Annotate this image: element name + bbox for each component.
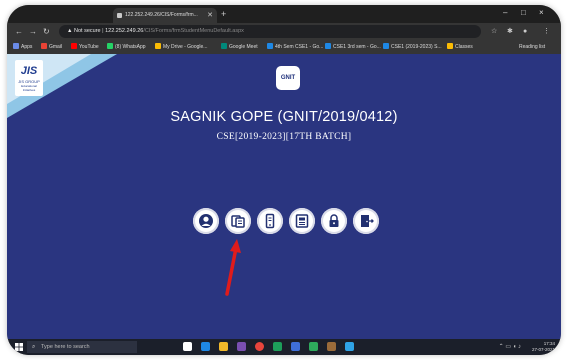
app-icon-2[interactable]: [309, 342, 318, 351]
bookmark-drive[interactable]: My Drive - Google...: [155, 43, 207, 51]
excel-icon[interactable]: [273, 342, 282, 351]
bookmark-classroom-1[interactable]: 4th Sem CSE1 - Go...: [267, 43, 323, 51]
bookmark-whatsapp[interactable]: (8) WhatsApp: [107, 43, 146, 51]
logo-tagline: Educational Initiatives: [21, 84, 37, 92]
mobile-device-icon: [265, 213, 275, 229]
taskbar-search-box[interactable]: ⌕ Type here to search: [27, 341, 137, 353]
browser-toolbar: ← → ↻ ▲ Not secure | 122.252.249.26/CIS/…: [7, 23, 561, 40]
chrome-icon[interactable]: [255, 342, 264, 351]
classroom-icon: [383, 43, 389, 49]
tab-close-icon[interactable]: ✕: [207, 8, 213, 23]
minimize-button[interactable]: –: [503, 8, 507, 18]
bookmarks-bar: Apps Gmail YouTube (8) WhatsApp My Drive…: [7, 40, 561, 55]
browser-tab[interactable]: 122.252.249.26/CIS/Forms/frm... ✕: [113, 8, 217, 23]
bookmark-apps[interactable]: Apps: [13, 43, 32, 51]
url-path: /CIS/Forms/frmStudentMenuDefault.aspx: [143, 28, 244, 34]
forward-arrow-icon[interactable]: →: [29, 27, 37, 36]
app-icon[interactable]: [237, 342, 246, 351]
task-view-icon[interactable]: [183, 342, 192, 351]
profile-button[interactable]: [193, 208, 219, 234]
word-icon[interactable]: [291, 342, 300, 351]
classroom-icon: [325, 43, 331, 49]
student-batch: CSE[2019-2023][17TH BATCH]: [216, 132, 352, 142]
id-card-button[interactable]: [289, 208, 315, 234]
back-arrow-icon[interactable]: ←: [15, 27, 23, 36]
browser-tab-bar: 122.252.249.26/CIS/Forms/frm... ✕ + – □ …: [7, 5, 561, 23]
bookmark-meet[interactable]: Google Meet: [221, 43, 258, 51]
drive-icon: [155, 43, 161, 49]
classroom-icon: [267, 43, 273, 49]
vscode-icon[interactable]: [345, 342, 354, 351]
profile-avatar-icon[interactable]: ●: [523, 27, 527, 36]
student-name: SAGNIK GOPE (GNIT/2019/0412): [170, 109, 398, 125]
classes-icon: [447, 43, 453, 49]
student-dashboard-page: JIS JIS GROUP Educational Initiatives GN…: [7, 54, 561, 339]
close-window-button[interactable]: ×: [539, 8, 544, 18]
apps-grid-icon: [13, 43, 19, 49]
id-card-icon: [295, 214, 309, 228]
search-icon: ⌕: [32, 344, 36, 350]
whatsapp-icon: [107, 43, 113, 49]
menu-kebab-icon[interactable]: ⋮: [543, 27, 550, 36]
lock-button[interactable]: [321, 208, 347, 234]
bookmark-classes[interactable]: Classes: [447, 43, 473, 51]
documents-icon: [231, 215, 245, 228]
clock[interactable]: 17:34 27-07-2021: [532, 341, 555, 353]
bookmark-youtube[interactable]: YouTube: [71, 43, 99, 51]
extensions-icon[interactable]: ✱: [507, 27, 513, 36]
screenshot-frame: 122.252.249.26/CIS/Forms/frm... ✕ + – □ …: [7, 5, 561, 355]
mobile-device-button[interactable]: [257, 208, 283, 234]
bookmark-gmail[interactable]: Gmail: [41, 43, 62, 51]
edge-icon[interactable]: [201, 342, 210, 351]
search-placeholder: Type here to search: [41, 344, 90, 350]
security-label[interactable]: Not secure: [74, 28, 101, 34]
system-tray-icons[interactable]: ⌃ ▭ ◖ ♪: [499, 344, 521, 351]
gnit-logo: GNIT: [276, 66, 300, 90]
clock-date: 27-07-2021: [531, 347, 555, 352]
address-bar[interactable]: ▲ Not secure | 122.252.249.26/CIS/Forms/…: [59, 25, 481, 38]
bookmark-classroom-2[interactable]: CSE1 3rd sem - Go...: [325, 43, 381, 51]
profile-icon: [199, 214, 213, 228]
logout-button[interactable]: [353, 208, 379, 234]
url-host: 122.252.249.26: [105, 28, 144, 34]
lock-icon: [329, 214, 339, 227]
reading-list[interactable]: Reading list: [519, 43, 545, 51]
tab-favicon-icon: [117, 13, 122, 18]
file-explorer-icon[interactable]: [219, 342, 228, 351]
reload-icon[interactable]: ↻: [43, 27, 50, 36]
documents-button[interactable]: [225, 208, 251, 234]
maximize-button[interactable]: □: [521, 8, 526, 18]
bookmark-classroom-3[interactable]: CSE1 (2019-2023) S...: [383, 43, 442, 51]
windows-taskbar: ⌕ Type here to search ⌃ ▭ ◖ ♪ 17:34 27-0…: [7, 339, 561, 355]
gmail-icon: [41, 43, 47, 49]
student-menu: [193, 208, 393, 236]
windows-start-icon[interactable]: [15, 343, 23, 351]
meet-icon: [221, 43, 227, 49]
youtube-icon: [71, 43, 77, 49]
exit-door-icon: [361, 215, 374, 227]
app-icon-3[interactable]: [327, 342, 336, 351]
red-arrow-annotation: [225, 239, 241, 296]
bookmark-star-icon[interactable]: ☆: [491, 27, 497, 36]
jis-group-logo: JIS JIS GROUP Educational Initiatives: [15, 60, 43, 96]
logo-mark: JIS: [20, 65, 38, 77]
tab-title: 122.252.249.26/CIS/Forms/frm...: [125, 12, 198, 18]
warning-icon[interactable]: ▲: [67, 28, 74, 34]
new-tab-button[interactable]: +: [221, 8, 226, 20]
